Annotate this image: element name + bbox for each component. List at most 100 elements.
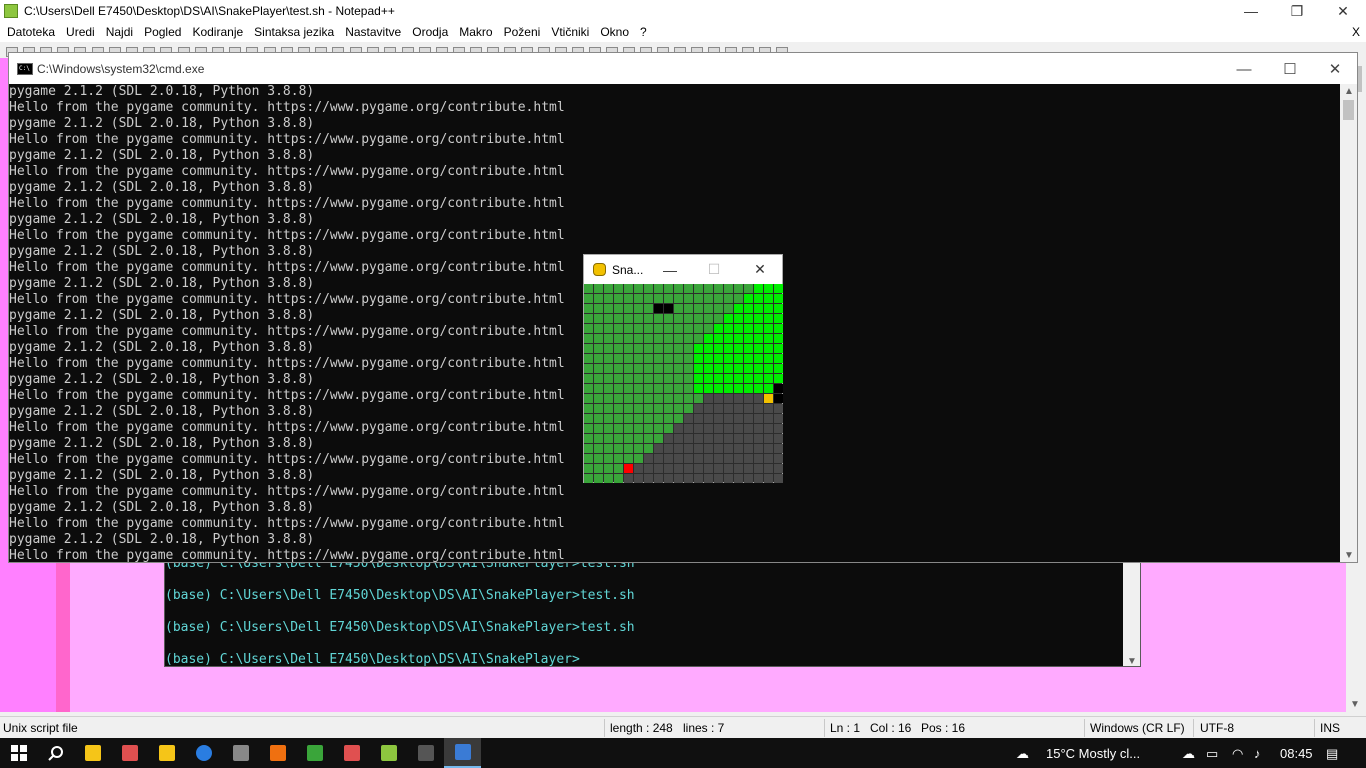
grid-cell: [644, 474, 653, 483]
grid-cell: [584, 464, 593, 473]
scroll-down-arrow-icon[interactable]: ▼: [1127, 656, 1137, 666]
snake-game-board[interactable]: [584, 284, 783, 483]
scrollbar-thumb[interactable]: [1343, 100, 1354, 120]
grid-cell: [584, 354, 593, 363]
cloud-icon[interactable]: ☁: [1182, 746, 1195, 762]
grid-cell: [764, 324, 773, 333]
menu-vticniki[interactable]: Vtičniki: [546, 22, 595, 42]
grid-cell: [604, 314, 613, 323]
taskbar-app-4[interactable]: [333, 738, 370, 768]
grid-cell: [704, 454, 713, 463]
chrome-button[interactable]: [185, 738, 222, 768]
grid-cell: [604, 294, 613, 303]
grid-cell: [684, 334, 693, 343]
grid-cell: [594, 374, 603, 383]
clock[interactable]: 08:45: [1280, 746, 1313, 761]
grid-cell: [684, 344, 693, 353]
grid-cell: [724, 444, 733, 453]
close-document-button[interactable]: X: [1352, 25, 1360, 39]
anaconda-prompt-window[interactable]: (base) C:\Users\Dell E7450\Desktop\DS\AI…: [164, 560, 1141, 667]
cmd-title-bar[interactable]: C:\ C:\Windows\system32\cmd.exe — ☐ ✕: [9, 53, 1357, 84]
scroll-down-arrow-icon[interactable]: ▼: [1344, 550, 1354, 561]
notepadpp-title-bar[interactable]: C:\Users\Dell E7450\Desktop\DS\AI\SnakeP…: [0, 0, 1366, 22]
notification-center-icon[interactable]: ▤: [1326, 746, 1338, 762]
search-icon: [47, 746, 63, 761]
grid-cell: [624, 404, 633, 413]
grid-cell: [654, 404, 663, 413]
app-icon: [343, 745, 360, 761]
cmd-close-button[interactable]: ✕: [1312, 55, 1358, 83]
notepadpp-menu-bar: Datoteka Uredi Najdi Pogled Kodiranje Si…: [0, 22, 1366, 42]
file-explorer-button[interactable]: [74, 738, 111, 768]
grid-cell: [614, 304, 623, 313]
taskbar-app-2[interactable]: [222, 738, 259, 768]
grid-cell: [744, 404, 753, 413]
grid-cell: [724, 434, 733, 443]
menu-sintaksa-jezika[interactable]: Sintaksa jezika: [249, 22, 340, 42]
grid-cell: [684, 424, 693, 433]
cmd-minimize-button[interactable]: —: [1221, 55, 1267, 83]
menu-pozeni[interactable]: Poženi: [499, 22, 547, 42]
cmd-vertical-scrollbar[interactable]: ▲ ▼: [1340, 84, 1357, 562]
restore-button[interactable]: ❐: [1274, 0, 1320, 22]
grid-cell: [614, 334, 623, 343]
battery-icon[interactable]: ▭: [1206, 746, 1218, 762]
menu-kodiranje[interactable]: Kodiranje: [187, 22, 249, 42]
weather-widget[interactable]: 15°C Mostly cl...: [1046, 746, 1140, 761]
grid-cell: [734, 404, 743, 413]
scroll-up-arrow-icon[interactable]: ▲: [1344, 86, 1354, 97]
snake-game-window[interactable]: Sna... — ☐ ✕: [583, 254, 783, 483]
close-button[interactable]: ✕: [1320, 0, 1366, 22]
grid-cell: [664, 454, 673, 463]
grid-cell: [734, 354, 743, 363]
grid-cell: [714, 394, 723, 403]
cmd-icon: [417, 745, 434, 761]
grid-cell: [764, 334, 773, 343]
grid-cell: [734, 364, 743, 373]
menu-help[interactable]: ?: [635, 22, 653, 42]
cmd-taskbar-button[interactable]: [407, 738, 444, 768]
menu-datoteka[interactable]: Datoteka: [2, 22, 61, 42]
snake-close-button[interactable]: ✕: [738, 255, 782, 284]
taskbar-app-1[interactable]: [111, 738, 148, 768]
menu-najdi[interactable]: Najdi: [101, 22, 139, 42]
grid-cell: [744, 354, 753, 363]
grid-cell: [774, 354, 783, 363]
scroll-down-arrow-icon[interactable]: ▼: [1350, 699, 1360, 710]
minimize-button[interactable]: —: [1228, 0, 1274, 22]
menu-nastavitve[interactable]: Nastavitve: [340, 22, 407, 42]
excel-button[interactable]: [296, 738, 333, 768]
snake-title-bar[interactable]: Sna... — ☐ ✕: [584, 255, 782, 284]
snake-minimize-button[interactable]: —: [648, 255, 692, 284]
sticky-notes-button[interactable]: [148, 738, 185, 768]
snake-taskbar-button[interactable]: [444, 738, 481, 768]
chrome-icon: [195, 745, 212, 761]
grid-cell: [634, 324, 643, 333]
search-button[interactable]: [37, 738, 74, 768]
spreadsheet-icon: [306, 745, 323, 761]
menu-pogled[interactable]: Pogled: [139, 22, 187, 42]
grid-cell: [754, 374, 763, 383]
grid-cell: [604, 474, 613, 483]
grid-cell: [594, 414, 603, 423]
volume-icon[interactable]: ♪: [1254, 746, 1261, 761]
grid-cell: [694, 374, 703, 383]
taskbar-app-3[interactable]: [259, 738, 296, 768]
menu-makro[interactable]: Makro: [454, 22, 498, 42]
grid-cell: [654, 334, 663, 343]
grid-cell: [684, 414, 693, 423]
wifi-icon[interactable]: ◠: [1232, 746, 1243, 762]
grid-cell: [634, 374, 643, 383]
console-scrollbar[interactable]: ▼: [1123, 561, 1140, 666]
menu-uredi[interactable]: Uredi: [61, 22, 101, 42]
menu-okno[interactable]: Okno: [595, 22, 635, 42]
cmd-maximize-button[interactable]: ☐: [1267, 55, 1313, 83]
weather-icon[interactable]: ☁: [1016, 746, 1029, 762]
start-button[interactable]: [0, 738, 37, 768]
grid-cell: [634, 444, 643, 453]
grid-cell: [704, 434, 713, 443]
grid-cell: [644, 414, 653, 423]
app-icon: [269, 745, 286, 761]
notepadpp-taskbar-button[interactable]: [370, 738, 407, 768]
menu-orodja[interactable]: Orodja: [407, 22, 454, 42]
